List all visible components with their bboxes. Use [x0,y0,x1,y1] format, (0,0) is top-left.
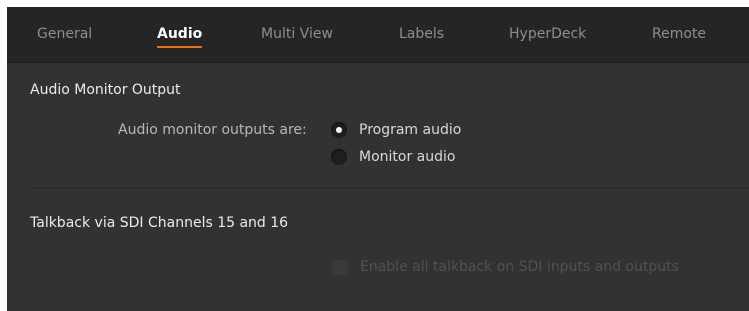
tab-labels-label: Labels [399,26,445,42]
settings-panel: General Audio Multi View Labels HyperDec… [7,7,749,311]
audio-monitor-field-label: Audio monitor outputs are: [118,122,307,138]
radio-program-audio[interactable]: Program audio [331,121,511,143]
talkback-checkbox-row[interactable]: Enable all talkback on SDI inputs and ou… [332,258,732,278]
radio-monitor-audio-indicator[interactable] [331,149,347,165]
tab-multi-view-label: Multi View [261,26,333,42]
active-tab-indicator [157,46,203,48]
radio-monitor-audio-label: Monitor audio [359,149,456,165]
enable-talkback-label: Enable all talkback on SDI inputs and ou… [360,259,679,275]
tab-labels[interactable]: Labels [399,24,444,48]
tab-bar: General Audio Multi View Labels HyperDec… [7,7,749,63]
audio-monitor-section-title: Audio Monitor Output [30,82,181,98]
radio-program-audio-indicator[interactable] [331,122,347,138]
tab-audio-label: Audio [157,26,203,42]
tab-remote[interactable]: Remote [652,24,706,48]
tab-general-label: General [37,26,93,42]
tab-audio[interactable]: Audio [157,24,203,48]
tab-hyperdeck-label: HyperDeck [509,26,587,42]
tab-hyperdeck[interactable]: HyperDeck [509,24,586,48]
radio-monitor-audio[interactable]: Monitor audio [331,148,511,170]
talkback-section-title: Talkback via SDI Channels 15 and 16 [30,215,289,231]
section-divider [33,188,749,190]
tab-general[interactable]: General [37,24,92,48]
enable-talkback-checkbox[interactable] [332,259,348,275]
tab-multi-view[interactable]: Multi View [261,24,333,48]
radio-program-audio-label: Program audio [359,122,462,138]
tab-remote-label: Remote [652,26,707,42]
